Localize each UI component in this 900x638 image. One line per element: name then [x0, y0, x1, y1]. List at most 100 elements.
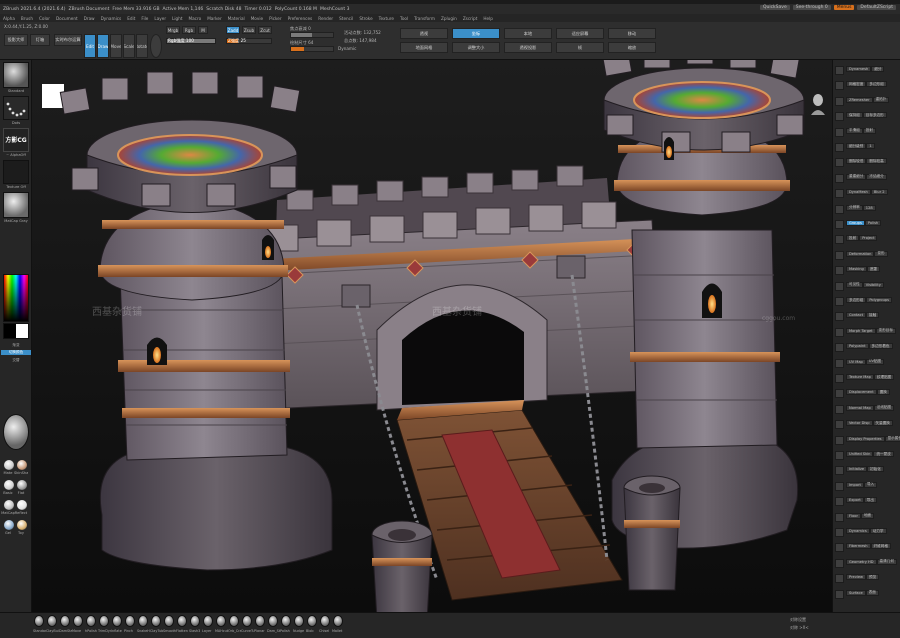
brush-thumb-17[interactable] [255, 615, 265, 627]
brush-thumb-2[interactable] [60, 615, 70, 627]
rotate-button[interactable]: Rotate [136, 34, 148, 58]
tool-item-label[interactable]: Surface [846, 589, 866, 596]
tool-item-label[interactable]: 重建细分 [846, 173, 867, 180]
tool-item-label[interactable]: Contact [846, 312, 866, 319]
material-swatch-7[interactable] [17, 520, 27, 530]
brush-thumb-11[interactable] [177, 615, 187, 627]
tool-icon[interactable] [835, 404, 844, 414]
menu-9[interactable]: Light [172, 16, 182, 21]
texture-thumbnail[interactable] [3, 160, 29, 184]
tool-item-button[interactable]: 目标多边形 [862, 112, 887, 119]
tool-item-label[interactable]: 投射 [846, 235, 860, 242]
rgb-button[interactable]: Rgb [182, 26, 196, 34]
tool-item-label[interactable]: Morph Target [846, 327, 876, 334]
zsub-button[interactable]: Zsub [242, 26, 256, 34]
tool-item-label[interactable]: 细分级别 [846, 143, 867, 149]
brush-thumb-4[interactable] [86, 615, 96, 627]
switch-color-button[interactable]: 切换颜色 [1, 350, 31, 355]
brush-thumb-16[interactable] [242, 615, 252, 627]
menu-21[interactable]: Transform [414, 16, 435, 21]
switch-color-swatch[interactable] [3, 323, 29, 339]
zcut-button[interactable]: Zcut [258, 26, 272, 34]
dynamic-button[interactable]: Dynamic [338, 46, 356, 51]
projection-master-button[interactable]: 投影大师 [4, 34, 28, 46]
tool-icon[interactable] [835, 66, 844, 75]
tool-item-label[interactable]: 保持组 [846, 112, 863, 119]
tool-item-label[interactable]: Dynamics [846, 528, 870, 534]
tool-icon[interactable] [835, 343, 844, 353]
tool-icon[interactable] [835, 374, 844, 383]
stroke-thumbnail[interactable] [3, 96, 29, 120]
menu-5[interactable]: Dynamics [101, 16, 122, 21]
head-navigation-icon[interactable] [809, 93, 827, 115]
alpha-thumbnail[interactable]: 方影CG [3, 128, 29, 152]
tool-icon[interactable] [835, 420, 844, 430]
tool-item-button[interactable]: 统一蒙皮 [873, 451, 894, 457]
tool-item-button[interactable]: Project [859, 235, 878, 242]
tool-item-button[interactable]: 冻结细分 [866, 173, 887, 180]
brush-thumb-5[interactable] [99, 615, 109, 627]
tool-item-label[interactable]: Dynamesh [846, 66, 872, 72]
default-zscript-button[interactable]: DefaultZScript [857, 5, 896, 10]
tool-item-label[interactable]: Unified Skin [846, 451, 874, 457]
tool-item-label[interactable]: Texture Map [846, 374, 874, 380]
material-swatch-2[interactable] [4, 480, 14, 490]
tool-icon[interactable] [835, 327, 844, 337]
menu-24[interactable]: Help [483, 16, 493, 21]
tool-item-label[interactable]: Floor [846, 512, 861, 519]
tool-icon[interactable] [835, 81, 844, 91]
tool-item-button[interactable]: UV贴图 [865, 358, 885, 365]
lightbox-button[interactable]: 灯箱 [30, 34, 50, 46]
tool-item-label[interactable]: DynaMesh [846, 189, 871, 196]
menu-7[interactable]: File [141, 16, 148, 21]
tool-item-button[interactable]: 接触 [865, 312, 880, 319]
mrgb-button[interactable]: Mrgb [166, 26, 180, 34]
brush-thumb-23[interactable] [333, 615, 343, 627]
menu-0[interactable]: Alpha [3, 16, 15, 21]
tool-item-button[interactable]: 128 [862, 204, 876, 211]
brush-thumb-9[interactable] [151, 615, 161, 627]
tool-item-button[interactable]: 导入 [863, 481, 878, 488]
tool-item-label[interactable]: Export [846, 497, 864, 504]
tool-item-button[interactable]: 多边形组 [866, 81, 887, 88]
tool-item-button[interactable]: 变形目标 [875, 327, 896, 334]
menu-10[interactable]: Macro [189, 16, 202, 21]
shelf-button-1[interactable]: 地面网格 [400, 42, 448, 53]
menu-14[interactable]: Picker [269, 16, 281, 21]
material-sphere-button[interactable] [150, 34, 162, 58]
menu-13[interactable]: Movie [251, 16, 263, 21]
shelf-button-9[interactable]: 缩放 [608, 42, 656, 53]
tool-icon[interactable] [835, 266, 844, 276]
shelf-button-6[interactable]: 适应屏幕 [556, 28, 604, 39]
matcap-sphere[interactable] [3, 414, 29, 450]
material-swatch-0[interactable] [4, 460, 14, 470]
tool-item-button[interactable]: 高清几何 [876, 558, 897, 565]
tool-icon[interactable] [835, 158, 844, 168]
menu-17[interactable]: Stencil [339, 16, 353, 21]
tool-item-button[interactable]: 导出 [863, 497, 877, 504]
brush-thumb-3[interactable] [73, 615, 83, 627]
brush-thumb-10[interactable] [164, 615, 174, 627]
shelf-button-3[interactable]: 调整大小 [452, 42, 500, 53]
tool-icon[interactable] [835, 112, 844, 122]
canvas-viewport[interactable]: 西基杂货铺 西基杂货铺 cggou.com [32, 60, 832, 612]
alternate-button[interactable]: 交替 [1, 358, 31, 363]
tool-item-button[interactable]: Polish [864, 220, 882, 226]
tool-item-button[interactable]: 投射 [862, 127, 876, 134]
material-thumbnail[interactable] [3, 192, 29, 218]
brush-thumb-22[interactable] [320, 615, 330, 627]
tool-item-label[interactable]: 多边形组 [846, 297, 867, 303]
tool-item-button[interactable]: 变形 [874, 250, 888, 257]
tool-item-button[interactable]: 遮罩 [866, 266, 881, 273]
material-swatch-6[interactable] [4, 520, 14, 530]
material-swatch-1[interactable] [17, 460, 27, 470]
tool-item-label[interactable]: Polypaint [846, 343, 869, 350]
tool-item-label[interactable]: Normal Map [846, 404, 874, 411]
tool-item-label[interactable]: ZRemesher [846, 96, 873, 103]
tool-icon[interactable] [835, 297, 844, 306]
tool-item-button[interactable]: 动力学 [869, 528, 887, 534]
tool-item-button[interactable]: Polygroups [866, 297, 893, 303]
tool-item-label[interactable]: Preview [846, 574, 866, 581]
quicksave-button[interactable]: QuickSave [759, 5, 790, 10]
tool-icon[interactable] [835, 127, 844, 137]
